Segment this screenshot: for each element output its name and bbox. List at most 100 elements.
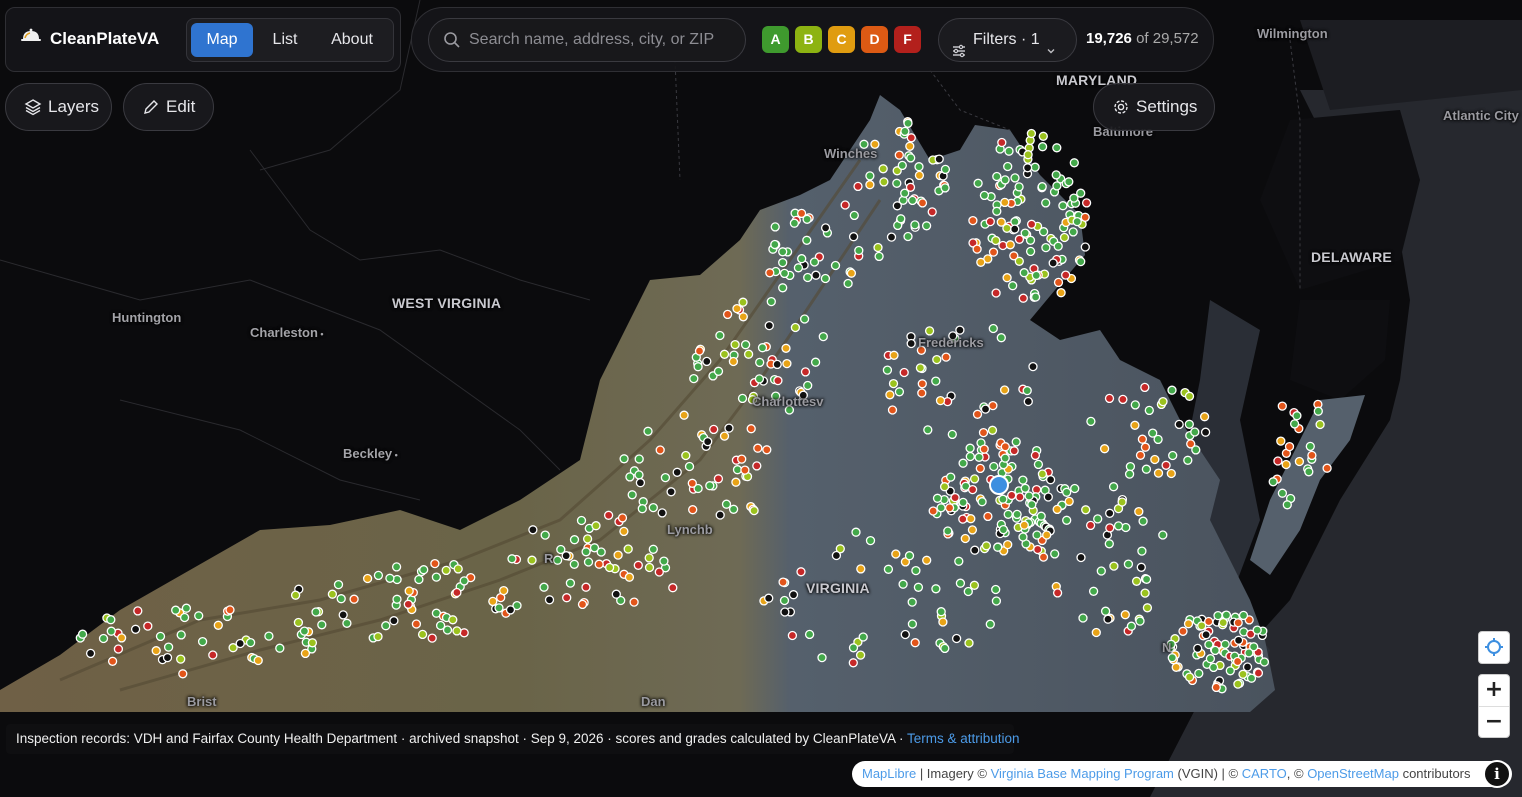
restaurant-marker[interactable] [1041,198,1051,208]
restaurant-marker[interactable] [1000,453,1010,463]
restaurant-marker[interactable] [625,472,635,482]
restaurant-marker[interactable] [848,658,858,668]
restaurant-marker[interactable] [648,502,658,513]
restaurant-marker[interactable] [831,550,842,561]
restaurant-marker[interactable] [151,646,161,656]
restaurant-marker[interactable] [1002,223,1012,233]
restaurant-marker[interactable] [1031,270,1041,281]
restaurant-marker[interactable] [1244,648,1254,658]
restaurant-marker[interactable] [596,547,606,557]
restaurant-marker[interactable] [299,626,310,636]
restaurant-marker[interactable] [1126,621,1137,631]
restaurant-marker[interactable] [561,551,571,561]
restaurant-marker[interactable] [968,215,978,226]
zoom-in-button[interactable]: + [1479,675,1509,707]
restaurant-marker[interactable] [1086,416,1096,427]
restaurant-marker[interactable] [1059,232,1070,243]
restaurant-marker[interactable] [648,544,658,554]
restaurant-marker[interactable] [1233,679,1243,689]
restaurant-marker[interactable] [793,263,804,273]
restaurant-marker[interactable] [1096,566,1106,576]
restaurant-marker[interactable] [979,444,989,454]
restaurant-marker[interactable] [811,270,821,280]
restaurant-marker[interactable] [1178,626,1188,636]
restaurant-marker[interactable] [1123,559,1134,569]
restaurant-marker[interactable] [1061,270,1071,280]
restaurant-marker[interactable] [1018,532,1028,542]
restaurant-marker[interactable] [1005,240,1015,250]
restaurant-marker[interactable] [1190,427,1200,437]
restaurant-marker[interactable] [1252,625,1262,635]
restaurant-marker[interactable] [977,497,987,507]
restaurant-marker[interactable] [317,620,327,630]
restaurant-marker[interactable] [1050,549,1060,559]
restaurant-marker[interactable] [1253,668,1264,678]
restaurant-marker[interactable] [879,177,889,187]
restaurant-marker[interactable] [672,467,682,477]
restaurant-marker[interactable] [900,188,910,198]
restaurant-marker[interactable] [1002,273,1012,283]
restaurant-marker[interactable] [1053,277,1064,288]
restaurant-marker[interactable] [624,572,635,582]
restaurant-marker[interactable] [411,619,422,629]
restaurant-marker[interactable] [969,474,980,484]
restaurant-marker[interactable] [1153,434,1163,445]
restaurant-marker[interactable] [539,582,549,592]
restaurant-marker[interactable] [965,443,975,453]
restaurant-marker[interactable] [803,380,813,391]
restaurant-marker[interactable] [749,505,759,516]
restaurant-marker[interactable] [687,478,697,488]
restaurant-marker[interactable] [275,643,285,653]
restaurant-marker[interactable] [988,323,998,334]
restaurant-marker[interactable] [766,296,776,307]
restaurant-marker[interactable] [338,610,348,620]
restaurant-marker[interactable] [878,164,888,174]
restaurant-marker[interactable] [732,303,742,314]
restaurant-marker[interactable] [1000,442,1010,452]
restaurant-marker[interactable] [715,510,725,520]
restaurant-marker[interactable] [499,585,509,596]
restaurant-marker[interactable] [448,615,458,625]
restaurant-marker[interactable] [940,183,950,193]
restaurant-marker[interactable] [1076,552,1086,563]
restaurant-marker[interactable] [1033,459,1044,470]
restaurant-marker[interactable] [381,621,391,631]
restaurant-marker[interactable] [1043,492,1053,502]
restaurant-marker[interactable] [1080,212,1090,222]
restaurant-marker[interactable] [958,458,968,468]
restaurant-marker[interactable] [1238,669,1248,679]
restaurant-marker[interactable] [1024,491,1034,501]
restaurant-marker[interactable] [1023,396,1033,407]
restaurant-marker[interactable] [1221,610,1232,620]
restaurant-marker[interactable] [803,272,813,283]
restaurant-marker[interactable] [755,357,765,368]
restaurant-marker[interactable] [983,511,993,522]
restaurant-marker[interactable] [887,405,898,415]
restaurant-marker[interactable] [1246,673,1257,683]
restaurant-marker[interactable] [660,472,671,483]
restaurant-marker[interactable] [197,636,208,647]
restaurant-marker[interactable] [1105,508,1115,518]
restaurant-marker[interactable] [562,593,572,603]
restaurant-marker[interactable] [778,247,788,257]
restaurant-marker[interactable] [311,607,321,617]
restaurant-marker[interactable] [528,525,538,535]
restaurant-marker[interactable] [1130,400,1140,410]
restaurant-marker[interactable] [713,366,724,376]
restaurant-marker[interactable] [853,181,863,192]
restaurant-marker[interactable] [958,514,968,524]
restaurant-marker[interactable] [1081,505,1091,515]
restaurant-marker[interactable] [954,556,964,566]
restaurant-marker[interactable] [923,425,933,435]
restaurant-marker[interactable] [947,429,957,440]
restaurant-marker[interactable] [840,200,850,210]
restaurant-marker[interactable] [507,554,517,564]
restaurant-marker[interactable] [978,427,989,438]
restaurant-marker[interactable] [958,497,968,508]
restaurant-marker[interactable] [171,605,181,615]
restaurant-marker[interactable] [453,564,463,574]
restaurant-marker[interactable] [655,445,665,455]
restaurant-marker[interactable] [619,526,629,537]
restaurant-marker[interactable] [802,235,812,245]
restaurant-marker[interactable] [907,597,917,607]
